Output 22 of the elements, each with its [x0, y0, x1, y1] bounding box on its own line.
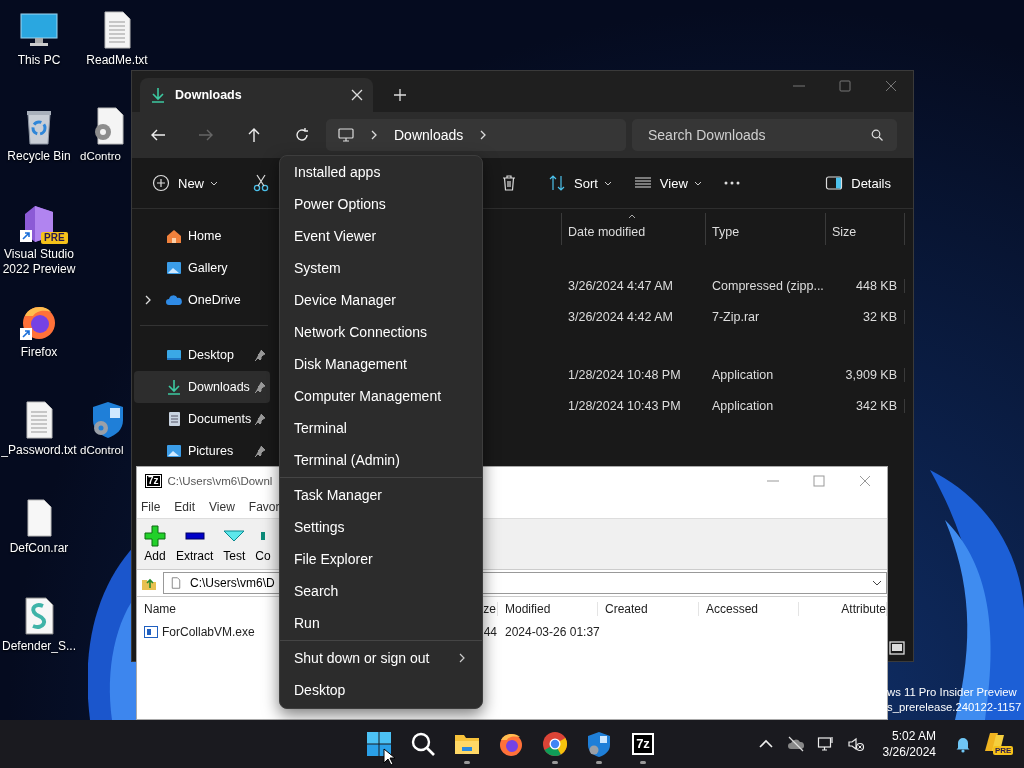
table-cell-text: 3/26/2024 4:47 AM [567, 278, 674, 293]
clock-date: 3/26/2024 [882, 744, 936, 760]
table-cell-text: 1/28/2024 10:43 PM [567, 398, 682, 413]
pre-badge: PRE [993, 746, 1014, 755]
table-cell: 342 KB [825, 398, 905, 413]
table-cell-text: 44 [482, 625, 498, 639]
table-cell: 3,909 KB [825, 367, 905, 382]
table-cell-text: 7-Zip.rar [711, 309, 761, 324]
app-logo: 7z [145, 474, 162, 488]
table-cell: 448 KB [825, 278, 905, 293]
table-cell: 32 KB [825, 309, 905, 324]
clock-time: 5:02 AM [891, 728, 936, 744]
window-title: C:\Users\vm6\Downl [167, 475, 273, 487]
tab-title: Downloads [175, 88, 243, 102]
table-cell-text: Compressed (zipp... [711, 278, 825, 293]
table-cell-text: Application [711, 367, 775, 382]
table-cell-text: 3/26/2024 4:42 AM [567, 309, 674, 324]
table-cell-text: Application [711, 398, 775, 413]
table-cell-text: 1/28/2024 10:48 PM [567, 367, 682, 382]
app-logo: 7z [632, 733, 654, 755]
table-cell-text: 2024-03-26 01:37 [504, 625, 598, 639]
pre-badge: PRE [41, 232, 68, 244]
